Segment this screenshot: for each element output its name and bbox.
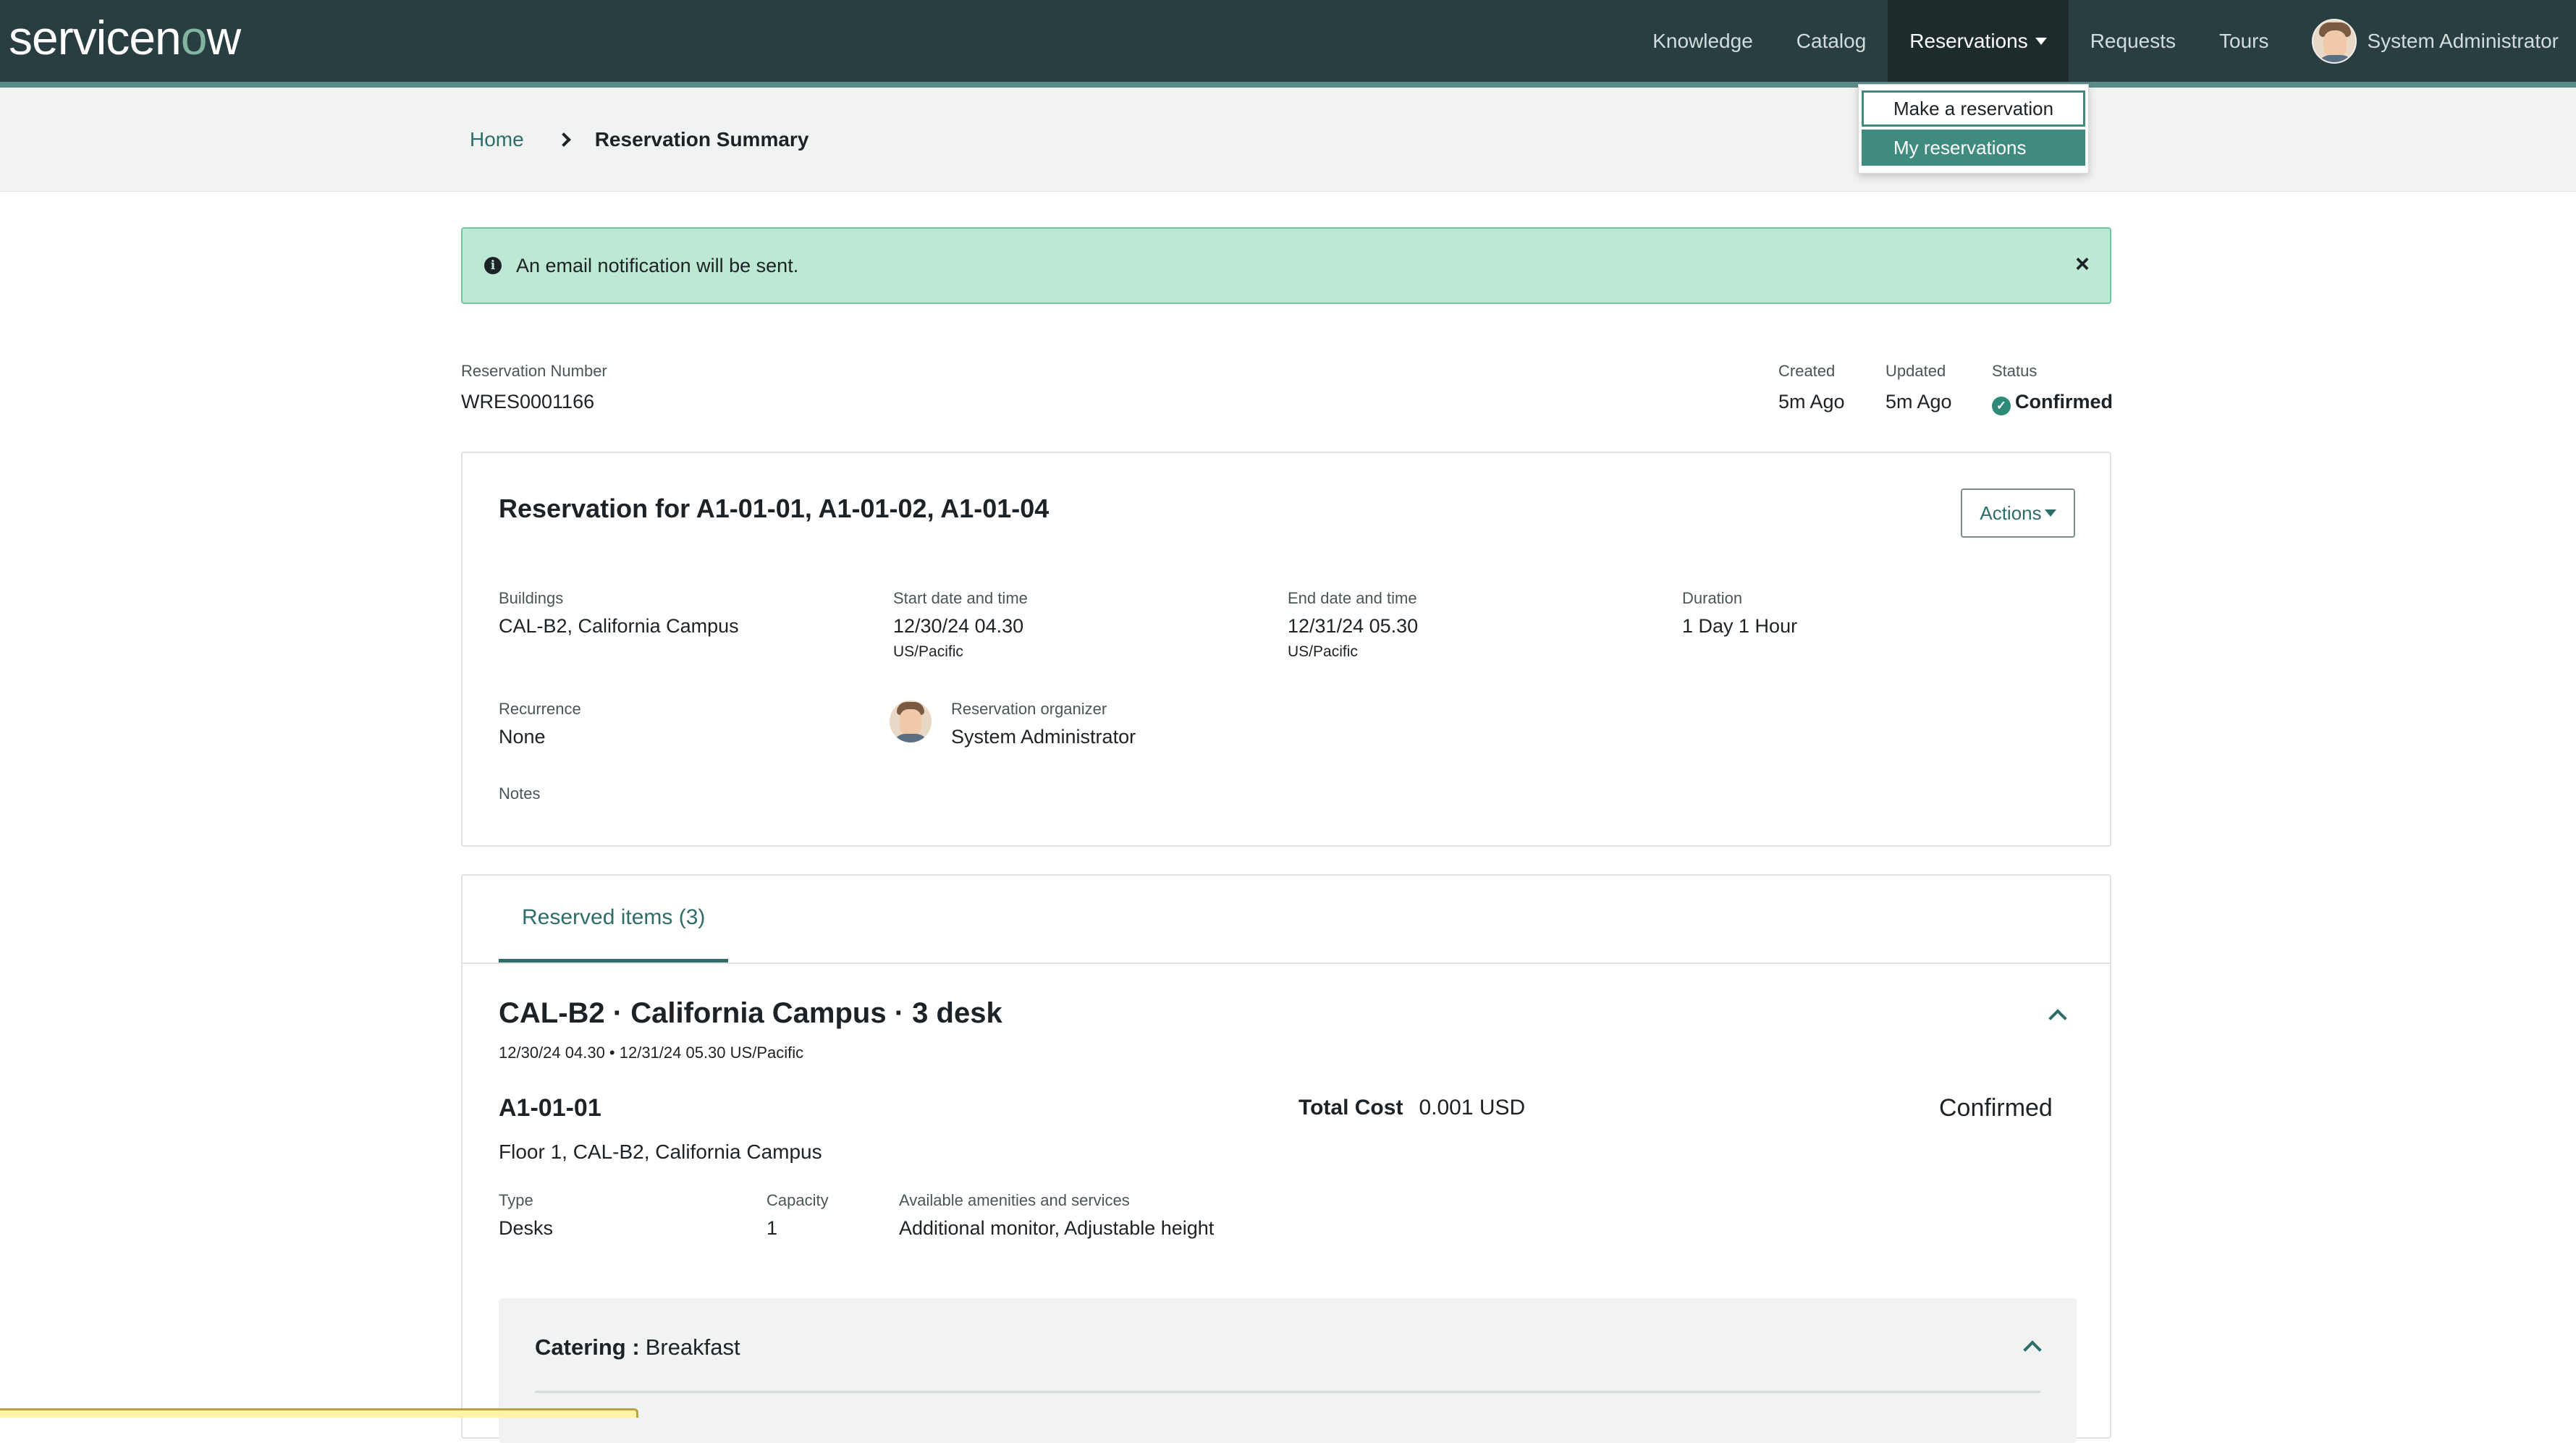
catering-divider [535,1391,2040,1393]
caret-down-icon [2044,509,2056,517]
buildings-field: Buildings CAL-B2, California Campus [499,589,739,638]
breadcrumb-current: Reservation Summary [594,128,809,151]
actions-label: Actions [1980,502,2042,524]
reservation-number-label: Reservation Number [461,362,607,380]
reservations-dropdown: Make a reservation My reservations [1858,84,2089,174]
caret-down-icon [2035,37,2047,45]
organizer-label: Reservation organizer [951,700,1107,718]
reservation-card: Reservation for A1-01-01, A1-01-02, A1-0… [461,452,2111,847]
amenities-field: Available amenities and services Additio… [899,1191,1214,1240]
end-field: End date and time 12/31/24 05.30 US/Paci… [1288,589,1418,661]
nav-reservations[interactable]: Reservations [1888,0,2069,82]
type-field: Type Desks [499,1191,553,1240]
start-label: Start date and time [893,589,1028,607]
reserved-items-panel: Reserved items (3) CAL-B2 · California C… [461,874,2111,1443]
logo-text: servicen [9,11,182,64]
top-header: servicen o w Knowledge Catalog Reservation… [0,0,2576,82]
close-icon[interactable]: × [2075,250,2090,279]
item-name: A1-01-01 [499,1094,601,1122]
status-value: Confirmed [2015,391,2113,412]
end-value: 12/31/24 05.30 [1288,615,1419,637]
logo-text-end: w [206,11,241,64]
status-block: Status ✓ Confirmed [1992,362,2113,415]
end-timezone: US/Pacific [1288,643,1358,660]
duration-label: Duration [1682,589,1743,607]
chevron-up-icon[interactable] [2048,1009,2067,1028]
breadcrumb-bar: Home Reservation Summary [0,88,2576,192]
organizer-field: Reservation organizer System Administrat… [951,700,1136,748]
created-block: Created 5m Ago [1778,362,1845,413]
bottom-toast-edge [0,1408,638,1418]
type-label: Type [499,1191,533,1209]
breadcrumb-home[interactable]: Home [470,128,524,151]
menu-item-my-reservations[interactable]: My reservations [1862,130,2085,166]
updated-block: Updated 5m Ago [1885,362,1952,413]
recurrence-value: None [499,726,546,748]
notification-alert: i An email notification will be sent. × [461,227,2111,304]
nav-reservations-label: Reservations [1909,29,2028,52]
end-label: End date and time [1288,589,1417,607]
buildings-value: CAL-B2, California Campus [499,615,739,637]
reservation-number: WRES0001166 [461,391,595,412]
amenities-value: Additional monitor, Adjustable height [899,1217,1215,1239]
capacity-label: Capacity [767,1191,829,1209]
amenities-label: Available amenities and services [899,1191,1130,1209]
breadcrumb: Home Reservation Summary [470,88,808,192]
tab-divider [463,962,2110,964]
catering-section: Catering : Breakfast [499,1298,2077,1443]
status-label: Status [1992,362,2037,380]
catering-title: Catering : Breakfast [535,1334,740,1361]
chevron-right-icon [556,132,571,147]
status-badge: ✓ Confirmed [1992,391,2113,415]
duration-value: 1 Day 1 Hour [1682,615,1798,637]
actions-button[interactable]: Actions [1961,488,2075,538]
avatar [2312,18,2357,64]
notes-field: Notes [499,784,540,811]
menu-item-make-reservation[interactable]: Make a reservation [1862,90,2085,127]
item-location: Floor 1, CAL-B2, California Campus [499,1141,822,1163]
recurrence-label: Recurrence [499,700,581,718]
capacity-field: Capacity 1 [767,1191,829,1240]
tab-reserved-items[interactable]: Reserved items (3) [499,876,729,962]
total-cost-value: 0.001 USD [1419,1096,1526,1120]
user-name: System Administrator [2367,29,2559,52]
updated-label: Updated [1885,362,1946,380]
catering-label: Catering : [535,1334,640,1360]
servicenow-logo[interactable]: servicen o w [9,9,241,67]
capacity-value: 1 [767,1217,778,1239]
group-dates: 12/30/24 04.30 • 12/31/24 05.30 US/Pacif… [499,1044,804,1062]
type-value: Desks [499,1217,554,1239]
total-cost: Total Cost 0.001 USD [1298,1096,1525,1120]
nav-requests[interactable]: Requests [2069,0,2197,82]
info-icon: i [484,257,502,274]
alert-text: An email notification will be sent. [516,254,799,276]
created-label: Created [1778,362,1836,380]
total-cost-label: Total Cost [1298,1096,1403,1120]
logo-text-o: o [180,11,208,64]
nav-tours[interactable]: Tours [2197,0,2290,82]
check-circle-icon: ✓ [1992,397,2011,415]
reservation-title: Reservation for A1-01-01, A1-01-02, A1-0… [499,494,1050,523]
organizer-avatar [890,701,932,742]
start-timezone: US/Pacific [893,643,963,660]
group-title: CAL-B2 · California Campus · 3 desk [499,997,1002,1029]
start-field: Start date and time 12/30/24 04.30 US/Pa… [893,589,1028,661]
duration-field: Duration 1 Day 1 Hour [1682,589,1797,638]
recurrence-field: Recurrence None [499,700,581,748]
buildings-label: Buildings [499,589,564,607]
catering-value: Breakfast [645,1334,740,1360]
notes-label: Notes [499,784,541,803]
nav-catalog[interactable]: Catalog [1775,0,1888,82]
item-status: Confirmed [1939,1094,2053,1122]
chevron-up-icon[interactable] [2023,1340,2042,1359]
created-value: 5m Ago [1778,391,1845,412]
nav-knowledge[interactable]: Knowledge [1631,0,1775,82]
reservation-number-block: Reservation Number WRES0001166 [461,362,607,413]
user-menu[interactable]: System Administrator [2290,18,2576,64]
top-nav: Knowledge Catalog Reservations Requests … [1631,0,2576,82]
start-value: 12/30/24 04.30 [893,615,1024,637]
header-accent-bar [0,82,2576,88]
organizer-value: System Administrator [951,726,1136,748]
updated-value: 5m Ago [1885,391,1952,412]
